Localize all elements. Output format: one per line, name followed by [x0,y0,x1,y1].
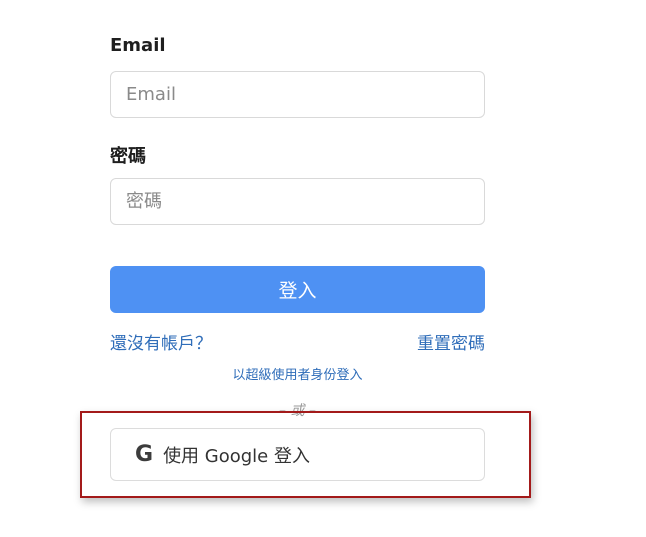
login-button[interactable]: 登入 [110,266,485,313]
google-icon: G [135,442,154,467]
google-login-label: 使用 Google 登入 [163,445,310,467]
reset-password-link[interactable]: 重置密碼 [417,329,485,354]
signup-link[interactable]: 還沒有帳戶？ [110,329,212,354]
or-divider: – 或 – [279,403,316,419]
password-input[interactable] [110,178,485,225]
password-label: 密碼 [110,146,146,167]
email-input[interactable] [110,71,485,118]
superuser-login-link[interactable]: 以超級使用者身份登入 [0,364,595,383]
google-login-button[interactable]: G 使用 Google 登入 [110,428,485,481]
email-label: Email [110,35,166,56]
